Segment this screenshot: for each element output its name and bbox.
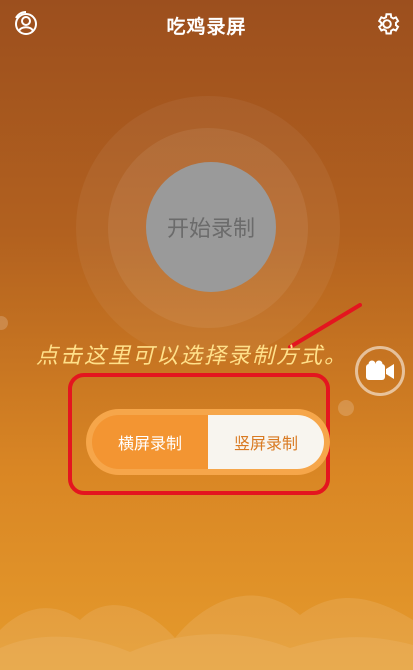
landscape-record-label: 横屏录制 [117,434,182,453]
app-title: 吃鸡录屏 [166,16,247,38]
decorative-dot [0,316,8,330]
start-recording-button[interactable]: 开始录制 [146,162,276,292]
start-recording-label: 开始录制 [166,217,255,242]
decorative-dot [338,400,354,416]
landscape-record-option[interactable]: 横屏录制 [92,415,208,469]
gear-icon[interactable] [371,8,403,40]
top-bar: 吃鸡录屏 [0,0,413,48]
annotation-text: 点击这里可以选择录制方式。 [36,344,349,369]
orientation-toggle: 横屏录制 竖屏录制 [86,409,330,475]
decorative-hills [0,595,413,670]
video-camera-icon [366,360,394,380]
portrait-record-option[interactable]: 竖屏录制 [208,415,324,469]
portrait-record-label: 竖屏录制 [233,434,298,453]
floating-camera-button[interactable] [355,346,405,396]
